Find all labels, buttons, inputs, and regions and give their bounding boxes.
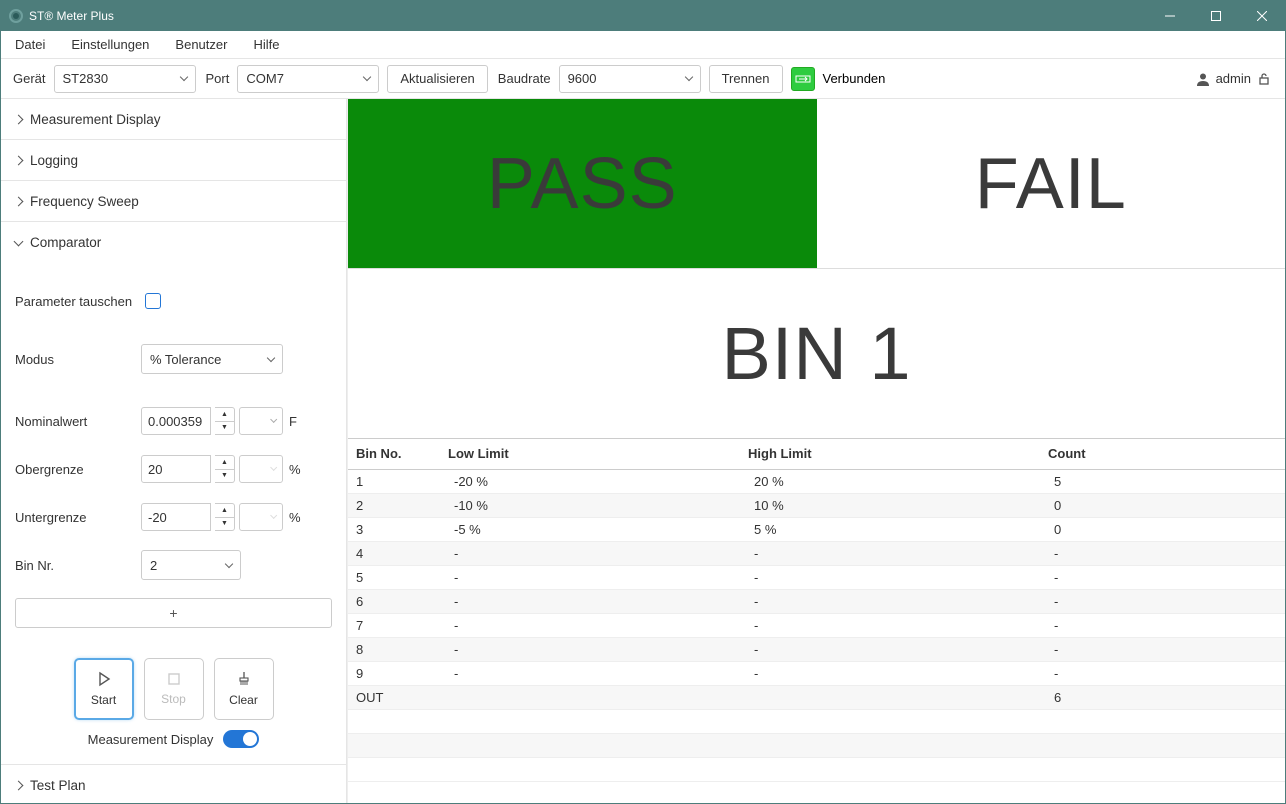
lower-unit-dropdown[interactable]: [239, 503, 283, 531]
refresh-button[interactable]: Aktualisieren: [387, 65, 487, 93]
table-row[interactable]: OUT6: [348, 685, 1285, 709]
table-row[interactable]: 9---: [348, 661, 1285, 685]
user-icon: [1196, 72, 1210, 86]
upper-label: Obergrenze: [15, 462, 133, 477]
col-low[interactable]: Low Limit: [448, 439, 748, 469]
maximize-button[interactable]: [1193, 1, 1239, 31]
lower-spinner[interactable]: ▲▼: [215, 503, 235, 531]
col-count[interactable]: Count: [1048, 439, 1285, 469]
close-button[interactable]: [1239, 1, 1285, 31]
connection-status-text: Verbunden: [823, 71, 886, 86]
stop-icon: [167, 672, 181, 686]
upper-unit-dropdown[interactable]: [239, 455, 283, 483]
toolbar: Gerät ST2830 Port COM7 Aktualisieren Bau…: [1, 59, 1285, 99]
broom-icon: [236, 671, 252, 687]
col-bin[interactable]: Bin No.: [348, 439, 448, 469]
disconnect-button[interactable]: Trennen: [709, 65, 783, 93]
measurement-display-label: Measurement Display: [88, 732, 214, 747]
table-row[interactable]: 3-5 %5 %0: [348, 517, 1285, 541]
unlock-icon: [1257, 72, 1271, 86]
binno-dropdown[interactable]: 2: [141, 550, 241, 580]
nominal-spinner[interactable]: ▲▼: [215, 407, 235, 435]
port-label: Port: [204, 71, 230, 86]
swap-label: Parameter tauschen: [15, 294, 133, 309]
panel-test-plan[interactable]: Test Plan: [1, 765, 346, 803]
measurement-display-toggle[interactable]: [223, 730, 259, 748]
port-dropdown[interactable]: COM7: [237, 65, 379, 93]
panel-logging[interactable]: Logging: [1, 140, 346, 180]
binno-label: Bin Nr.: [15, 558, 133, 573]
table-row[interactable]: 2-10 %10 %0: [348, 493, 1285, 517]
fail-indicator: FAIL: [817, 99, 1286, 268]
menu-help[interactable]: Hilfe: [249, 33, 283, 56]
bin-table-wrap[interactable]: Bin No. Low Limit High Limit Count 1-20 …: [348, 439, 1285, 803]
nominal-label: Nominalwert: [15, 414, 133, 429]
panel-frequency-sweep[interactable]: Frequency Sweep: [1, 181, 346, 221]
user-box[interactable]: admin: [1196, 71, 1275, 86]
upper-unit: %: [289, 462, 303, 477]
bin-table: Bin No. Low Limit High Limit Count 1-20 …: [348, 439, 1285, 782]
bin-indicator: BIN 1: [348, 269, 1285, 439]
table-row[interactable]: 6---: [348, 589, 1285, 613]
upper-spinner[interactable]: ▲▼: [215, 455, 235, 483]
table-row[interactable]: 4---: [348, 541, 1285, 565]
baud-dropdown[interactable]: 9600: [559, 65, 701, 93]
comparator-body: Parameter tauschen Modus % Tolerance Nom…: [1, 262, 346, 764]
lower-unit: %: [289, 510, 303, 525]
device-dropdown[interactable]: ST2830: [54, 65, 196, 93]
lower-label: Untergrenze: [15, 510, 133, 525]
panel-measurement-display[interactable]: Measurement Display: [1, 99, 346, 139]
lower-input[interactable]: -20: [141, 503, 211, 531]
play-icon: [96, 671, 112, 687]
start-button[interactable]: Start: [74, 658, 134, 720]
menu-settings[interactable]: Einstellungen: [67, 33, 153, 56]
user-name: admin: [1216, 71, 1251, 86]
menu-file[interactable]: Datei: [11, 33, 49, 56]
app-icon: [9, 9, 23, 23]
swap-checkbox[interactable]: [145, 293, 161, 309]
add-bin-button[interactable]: +: [15, 598, 332, 628]
table-row[interactable]: 8---: [348, 637, 1285, 661]
sidebar: Measurement Display Logging Frequency Sw…: [1, 99, 347, 803]
nominal-unit-dropdown[interactable]: [239, 407, 283, 435]
nominal-unit: F: [289, 414, 303, 429]
upper-input[interactable]: 20: [141, 455, 211, 483]
table-row[interactable]: 7---: [348, 613, 1285, 637]
baud-label: Baudrate: [496, 71, 551, 86]
nominal-input[interactable]: 0.000359: [141, 407, 211, 435]
stop-button[interactable]: Stop: [144, 658, 204, 720]
col-high[interactable]: High Limit: [748, 439, 1048, 469]
table-row[interactable]: [348, 709, 1285, 733]
table-row[interactable]: 1-20 %20 %5: [348, 469, 1285, 493]
table-row[interactable]: 5---: [348, 565, 1285, 589]
window-title: ST® Meter Plus: [29, 9, 1147, 23]
minimize-button[interactable]: [1147, 1, 1193, 31]
device-label: Gerät: [11, 71, 46, 86]
connection-status-icon: [791, 67, 815, 91]
table-row[interactable]: [348, 733, 1285, 757]
mode-dropdown[interactable]: % Tolerance: [141, 344, 283, 374]
menu-user[interactable]: Benutzer: [171, 33, 231, 56]
menu-bar: Datei Einstellungen Benutzer Hilfe: [1, 31, 1285, 59]
pass-indicator: PASS: [348, 99, 817, 268]
mode-label: Modus: [15, 352, 133, 367]
main-area: PASS FAIL BIN 1 Bin No. Low Limit High L…: [347, 99, 1285, 803]
table-row[interactable]: [348, 757, 1285, 781]
clear-button[interactable]: Clear: [214, 658, 274, 720]
panel-comparator[interactable]: Comparator: [1, 222, 346, 262]
title-bar: ST® Meter Plus: [1, 1, 1285, 31]
